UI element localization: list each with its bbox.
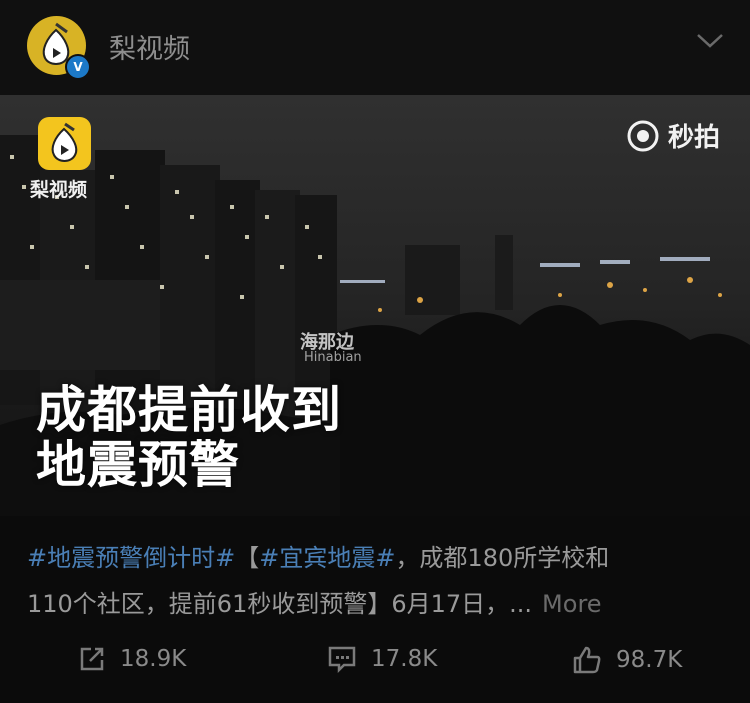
like-count: 98.7K bbox=[616, 647, 683, 673]
hashtag-link[interactable]: #宜宾地震# bbox=[259, 544, 395, 572]
repost-count: 18.9K bbox=[120, 646, 187, 672]
haina-watermark-en: Hinabian bbox=[304, 350, 362, 365]
comment-icon bbox=[328, 646, 356, 673]
verified-icon: V bbox=[65, 54, 91, 80]
video-caption-line2: 地震预警 bbox=[36, 436, 240, 494]
pear-video-watermark-logo bbox=[38, 117, 91, 170]
like-icon bbox=[573, 646, 601, 674]
more-link[interactable]: More bbox=[542, 590, 602, 618]
action-bar: 18.9K 17.8K 98.7K bbox=[0, 635, 750, 690]
post-body: #地震预警倒计时#【#宜宾地震#，成都180所学校和 110个社区，提前61秒收… bbox=[27, 535, 727, 627]
miaopai-label: 秒拍 bbox=[668, 123, 721, 153]
post-line-1: #地震预警倒计时#【#宜宾地震#，成都180所学校和 bbox=[27, 535, 727, 581]
chevron-down-icon[interactable] bbox=[696, 33, 724, 49]
post-text-segment: 110个社区，提前61秒收到预警】6月17日，... bbox=[27, 590, 533, 618]
post-line-2: 110个社区，提前61秒收到预警】6月17日，... More bbox=[27, 581, 727, 627]
repost-icon bbox=[80, 647, 104, 671]
miaopai-watermark: 秒拍 bbox=[626, 117, 720, 154]
comment-button[interactable]: 17.8K bbox=[327, 645, 437, 673]
bracket-open: 【 bbox=[235, 544, 260, 572]
author-name[interactable]: 梨视频 bbox=[109, 27, 190, 66]
comment-count: 17.8K bbox=[371, 646, 438, 672]
like-button[interactable]: 98.7K bbox=[572, 645, 682, 675]
watermark-brand: 梨视频 bbox=[30, 179, 88, 201]
pear-logo-icon bbox=[51, 122, 78, 162]
post-text-segment: ，成都180所学校和 bbox=[395, 544, 610, 572]
hashtag-link[interactable]: #地震预警倒计时# bbox=[27, 544, 235, 572]
video-player[interactable]: 梨视频 秒拍 海那边 Hinabian 成都提前收到 地震预警 bbox=[0, 95, 750, 516]
post-header: V 梨视频 bbox=[0, 0, 750, 95]
repost-button[interactable]: 18.9K bbox=[78, 645, 186, 673]
miaopai-icon bbox=[627, 120, 659, 151]
